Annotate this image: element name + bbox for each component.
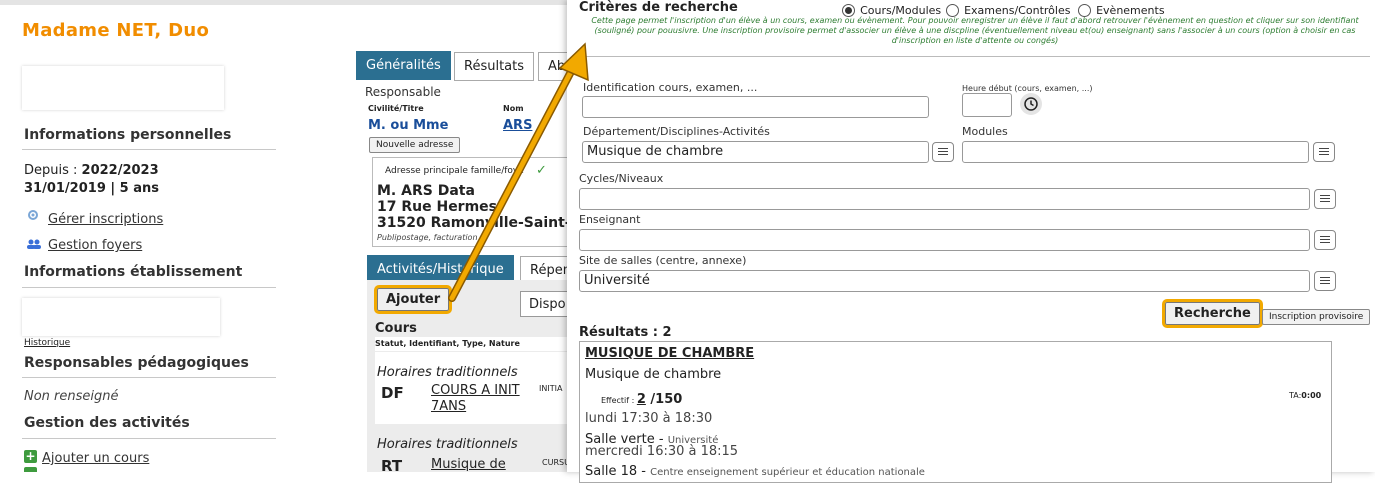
provisional-enrollment-button[interactable]: Inscription provisoire <box>1262 309 1371 325</box>
slot-time: lundi 17:30 à 18:30 <box>585 411 713 426</box>
site-label: Site de salles (centre, annexe) <box>579 254 747 267</box>
row-code: RT <box>381 457 403 475</box>
add-course-link[interactable]: Ajouter un cours <box>42 451 149 466</box>
courses-columns: Statut, Identifiant, Type, Nature <box>375 337 575 351</box>
teacher-input[interactable] <box>579 229 1310 251</box>
since-line: Depuis : 2022/2023 <box>24 163 159 178</box>
manage-households-link[interactable]: Gestion foyers <box>48 238 142 253</box>
school-placeholder <box>22 298 220 336</box>
row-course-link[interactable]: COURS A INIT 7ANS <box>431 383 531 415</box>
result-title-link[interactable]: MUSIQUE DE CHAMBRE <box>585 346 754 361</box>
tab-general[interactable]: Généralités <box>356 51 451 80</box>
modules-input[interactable] <box>962 141 1309 163</box>
result-subtitle: Musique de chambre <box>585 367 722 382</box>
users-icon <box>26 235 42 249</box>
top-bar <box>0 0 575 5</box>
add-button[interactable]: Ajouter <box>373 285 453 314</box>
list-icon[interactable] <box>1314 230 1336 250</box>
gear-icon <box>26 207 40 221</box>
criteria-title: Critères de recherche <box>579 0 738 15</box>
divider <box>22 377 276 378</box>
clock-icon[interactable] <box>1020 93 1042 115</box>
list-icon[interactable] <box>1314 189 1336 209</box>
modules-label: Modules <box>962 125 1008 138</box>
annotation-arrow <box>448 42 589 302</box>
manage-enrollments-link[interactable]: Gérer inscriptions <box>48 212 163 227</box>
list-icon[interactable] <box>1314 271 1336 291</box>
history-link[interactable]: Historique <box>24 338 70 348</box>
slot-room: Salle 18 - Centre enseignement supérieur… <box>585 464 925 479</box>
help-note: Cette page permet l'inscription d'un élè… <box>591 16 1359 45</box>
not-specified-text: Non renseigné <box>24 389 119 404</box>
photo-placeholder <box>22 66 224 110</box>
divider <box>579 56 1370 57</box>
department-input[interactable]: Musique de chambre <box>582 141 929 163</box>
row-horaires: Horaires traditionnels <box>377 365 518 380</box>
personal-info-title: Informations personnelles <box>24 127 232 143</box>
row-nature: CURSU <box>542 458 570 467</box>
activities-title: Gestion des activités <box>24 415 190 431</box>
civility-value: M. ou Mme <box>368 118 449 133</box>
slot-time: mercredi 16:30 à 18:15 <box>585 444 739 459</box>
result-effectif: Effectif : 2 /150 <box>601 392 683 407</box>
search-button[interactable]: Recherche <box>1162 299 1263 328</box>
start-time-input[interactable] <box>962 93 1012 117</box>
teachers-title: Responsables pédagogiques <box>24 355 249 371</box>
row-code: DF <box>381 384 404 402</box>
site-input[interactable]: Université <box>579 270 1310 292</box>
results-count: Résultats : 2 <box>579 325 672 340</box>
divider <box>22 287 276 288</box>
department-label: Département/Disciplines-Activités <box>583 125 770 138</box>
responsable-label: Responsable <box>365 85 441 99</box>
civility-label: Civilité/Titre <box>368 104 424 113</box>
result-ta: TA:0:00 <box>1289 391 1322 400</box>
identification-label: Identification cours, examen, ... <box>583 81 758 94</box>
plus-icon <box>24 467 37 472</box>
divider <box>22 149 276 150</box>
student-name: Madame NET, Duo <box>22 20 210 41</box>
effectif-link[interactable]: 2 <box>637 392 646 407</box>
birth-info: 31/01/2019 | 5 ans <box>24 181 159 196</box>
school-info-title: Informations établissement <box>24 264 243 280</box>
start-time-label: Heure début (cours, examen, ...) <box>962 84 1093 93</box>
identification-input[interactable] <box>582 96 929 118</box>
courses-title: Cours <box>375 321 417 336</box>
row-course-link[interactable]: Musique de <box>431 457 506 472</box>
list-icon[interactable] <box>932 142 954 162</box>
row-nature: INITIA <box>539 384 563 393</box>
row-horaires: Horaires traditionnels <box>377 437 518 452</box>
list-icon[interactable] <box>1313 142 1335 162</box>
divider <box>22 438 276 439</box>
cycles-input[interactable] <box>579 188 1310 210</box>
plus-icon: + <box>24 449 37 463</box>
